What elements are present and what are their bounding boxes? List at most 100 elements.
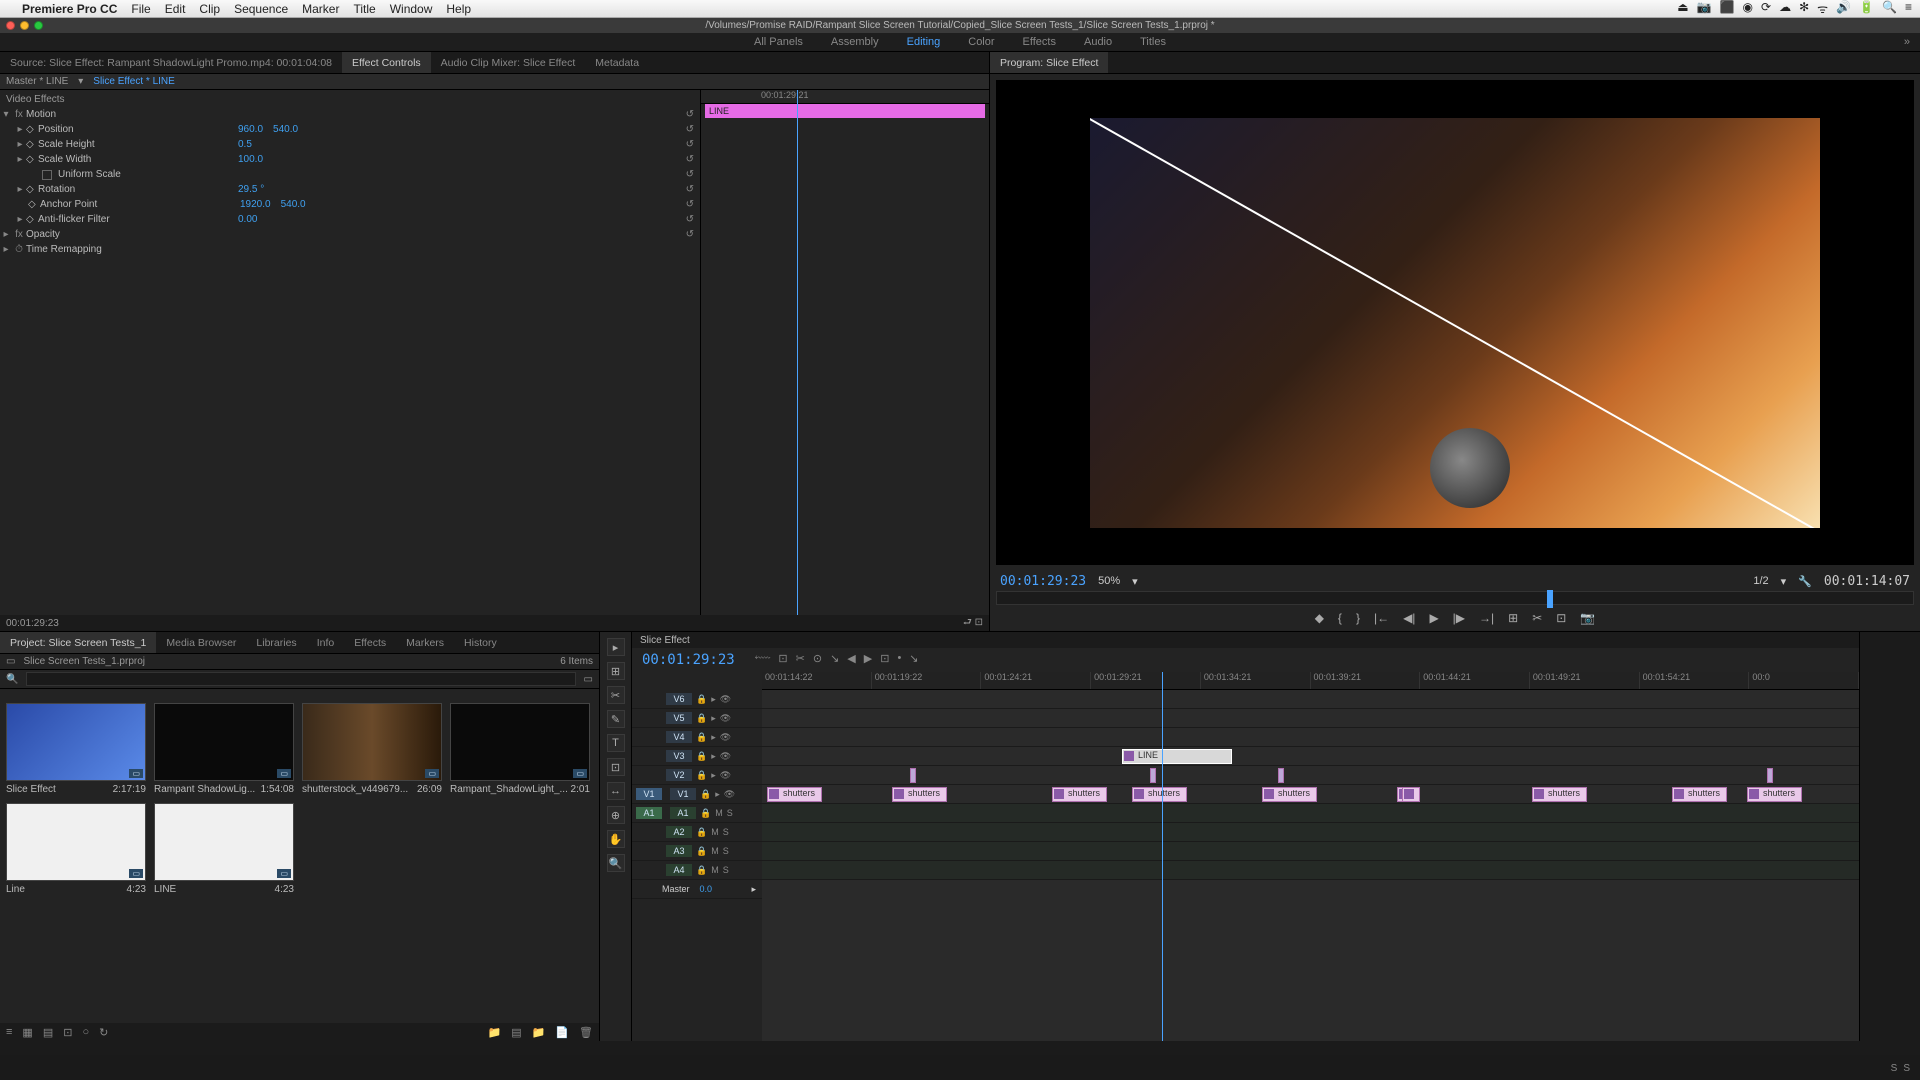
item-thumbnail[interactable]: ▭ <box>6 803 146 881</box>
tab-project[interactable]: Project: Slice Screen Tests_1 <box>0 632 156 653</box>
timeline-toolbar-button[interactable]: ◀ <box>847 652 855 665</box>
chevron-down-icon[interactable]: ▾ <box>1132 575 1138 588</box>
hand-tool[interactable]: ✋ <box>607 830 625 848</box>
project-item[interactable]: ▭Line4:23 <box>6 803 146 895</box>
app-name[interactable]: Premiere Pro CC <box>22 2 117 16</box>
tray-icon[interactable]: ⏏ <box>1677 0 1688 17</box>
track-target[interactable]: V5 <box>666 712 692 724</box>
scale-width-value[interactable]: 100.0 <box>238 154 263 165</box>
project-item[interactable]: ▭shutterstock_v449679...26:09 <box>302 703 442 795</box>
program-canvas[interactable] <box>996 80 1914 565</box>
anchor-x[interactable]: 1920.0 <box>240 199 271 210</box>
out-point-button[interactable]: } <box>1356 611 1360 625</box>
timeline-clip[interactable]: shutters <box>767 787 822 802</box>
lock-icon[interactable]: 🔒 <box>700 789 711 800</box>
current-clip-label[interactable]: Slice Effect * LINE <box>93 76 175 87</box>
item-thumbnail[interactable]: ▭ <box>302 703 442 781</box>
timeline-toolbar-button[interactable]: ✂ <box>796 652 805 665</box>
audio-track-header[interactable]: A4🔒MS <box>632 861 762 880</box>
tray-spotlight-icon[interactable]: 🔍 <box>1882 0 1897 17</box>
motion-label[interactable]: Motion <box>26 109 56 120</box>
workspace-tab-active[interactable]: Editing <box>907 36 941 48</box>
mute-button[interactable]: M <box>715 808 723 819</box>
menu-edit[interactable]: Edit <box>165 2 186 16</box>
timeline-tracks[interactable]: 00:01:14:2200:01:19:2200:01:24:2100:01:2… <box>762 672 1859 1041</box>
export-frame-button[interactable]: ⊡ <box>1556 611 1566 625</box>
icon-view-icon[interactable]: ▦ <box>22 1026 32 1039</box>
item-thumbnail[interactable]: ▭ <box>154 703 294 781</box>
filter-icon[interactable]: ▭ <box>584 674 593 685</box>
extract-button[interactable]: ✂ <box>1532 611 1542 625</box>
scale-height-value[interactable]: 0.5 <box>238 139 252 150</box>
selection-tool[interactable]: ▸ <box>607 638 625 656</box>
tab-media-browser[interactable]: Media Browser <box>156 632 246 653</box>
keyframe-toggle-icon[interactable]: ◇ <box>26 139 38 150</box>
twirl-icon[interactable]: ▸ <box>14 139 26 150</box>
twirl-icon[interactable]: ▸ <box>14 124 26 135</box>
fx-badge[interactable]: fx <box>12 229 26 240</box>
clip-marker[interactable] <box>1767 768 1773 783</box>
lock-icon[interactable]: 🔒 <box>696 770 707 781</box>
fx-badge[interactable]: ⏱ <box>12 244 26 255</box>
menu-help[interactable]: Help <box>446 2 471 16</box>
solo-button[interactable]: S <box>723 827 729 838</box>
output-icon[interactable]: ▸ <box>751 884 756 895</box>
timeline-ruler[interactable]: 00:01:14:2200:01:19:2200:01:24:2100:01:2… <box>762 672 1859 690</box>
menu-marker[interactable]: Marker <box>302 2 339 16</box>
tab-audio-mixer[interactable]: Audio Clip Mixer: Slice Effect <box>431 52 586 73</box>
keyframe-toggle-icon[interactable]: ◇ <box>26 214 38 225</box>
workspace-tab[interactable]: Audio <box>1084 36 1112 48</box>
tray-battery-icon[interactable]: 🔋 <box>1859 0 1874 17</box>
pen-tool[interactable]: ⊕ <box>607 806 625 824</box>
eye-icon[interactable]: 👁 <box>720 770 731 781</box>
tray-icon[interactable]: ⬛ <box>1720 0 1735 17</box>
timeline-toolbar-button[interactable]: ↘ <box>909 652 918 665</box>
twirl-icon[interactable]: ▸ <box>14 184 26 195</box>
lock-icon[interactable]: 🔒 <box>696 827 707 838</box>
tray-menu-icon[interactable]: ≡ <box>1905 0 1912 17</box>
razor-tool[interactable]: ✎ <box>607 710 625 728</box>
track-a3[interactable] <box>762 842 1859 861</box>
eye-icon[interactable]: 👁 <box>724 789 735 800</box>
timeline-playhead[interactable] <box>1162 672 1163 1041</box>
tray-icon[interactable]: ⟳ <box>1761 0 1771 17</box>
track-v3[interactable]: LINE <box>762 747 1859 766</box>
zoom-level[interactable]: 50% <box>1098 575 1120 587</box>
mute-button[interactable]: M <box>711 846 719 857</box>
project-item[interactable]: ▭LINE4:23 <box>154 803 294 895</box>
footer-icon[interactable]: ▤ <box>511 1026 521 1039</box>
audio-track-header[interactable]: A2🔒MS <box>632 823 762 842</box>
antiflicker-value[interactable]: 0.00 <box>238 214 257 225</box>
step-back-button[interactable]: ◀| <box>1403 611 1415 625</box>
tab-program[interactable]: Program: Slice Effect <box>990 52 1108 73</box>
search-icon[interactable]: 🔍 <box>6 674 18 685</box>
eye-icon[interactable]: 👁 <box>720 694 731 705</box>
video-track-header[interactable]: V4🔒▸👁 <box>632 728 762 747</box>
track-target[interactable]: V1 <box>670 788 696 800</box>
keyframe-toggle-icon[interactable]: ◇ <box>26 124 38 135</box>
sort-icon[interactable]: ○ <box>82 1026 89 1038</box>
tab-source[interactable]: Source: Slice Effect: Rampant ShadowLigh… <box>0 52 342 73</box>
master-clip-label[interactable]: Master * LINE <box>6 76 68 87</box>
program-timecode[interactable]: 00:01:29:23 <box>1000 574 1086 589</box>
solo-button[interactable]: S <box>723 865 729 876</box>
lock-icon[interactable]: 🔒 <box>696 713 707 724</box>
uniform-scale-checkbox[interactable] <box>42 170 52 180</box>
audio-track-header[interactable]: A1A1🔒MS <box>632 804 762 823</box>
reset-icon[interactable]: ↺ <box>686 109 694 120</box>
track-target[interactable]: V6 <box>666 693 692 705</box>
source-patch[interactable]: V1 <box>636 788 662 800</box>
sync-lock-icon[interactable]: ▸ <box>711 732 716 743</box>
workspace-tab[interactable]: Assembly <box>831 36 879 48</box>
opacity-label[interactable]: Opacity <box>26 229 60 240</box>
timeline-clip[interactable]: shutters <box>1532 787 1587 802</box>
track-target[interactable]: A3 <box>666 845 692 857</box>
close-window-button[interactable] <box>6 21 15 30</box>
ec-clip-bar[interactable]: LINE <box>705 104 985 118</box>
menu-file[interactable]: File <box>131 2 150 16</box>
timeline-tab[interactable]: Slice Effect <box>632 632 1859 648</box>
track-v1[interactable]: shuttersshuttersshuttersshuttersshutters… <box>762 785 1859 804</box>
sync-lock-icon[interactable]: ▸ <box>711 713 716 724</box>
new-bin-icon[interactable]: 📁 <box>488 1026 502 1039</box>
program-playhead[interactable] <box>1547 590 1553 608</box>
